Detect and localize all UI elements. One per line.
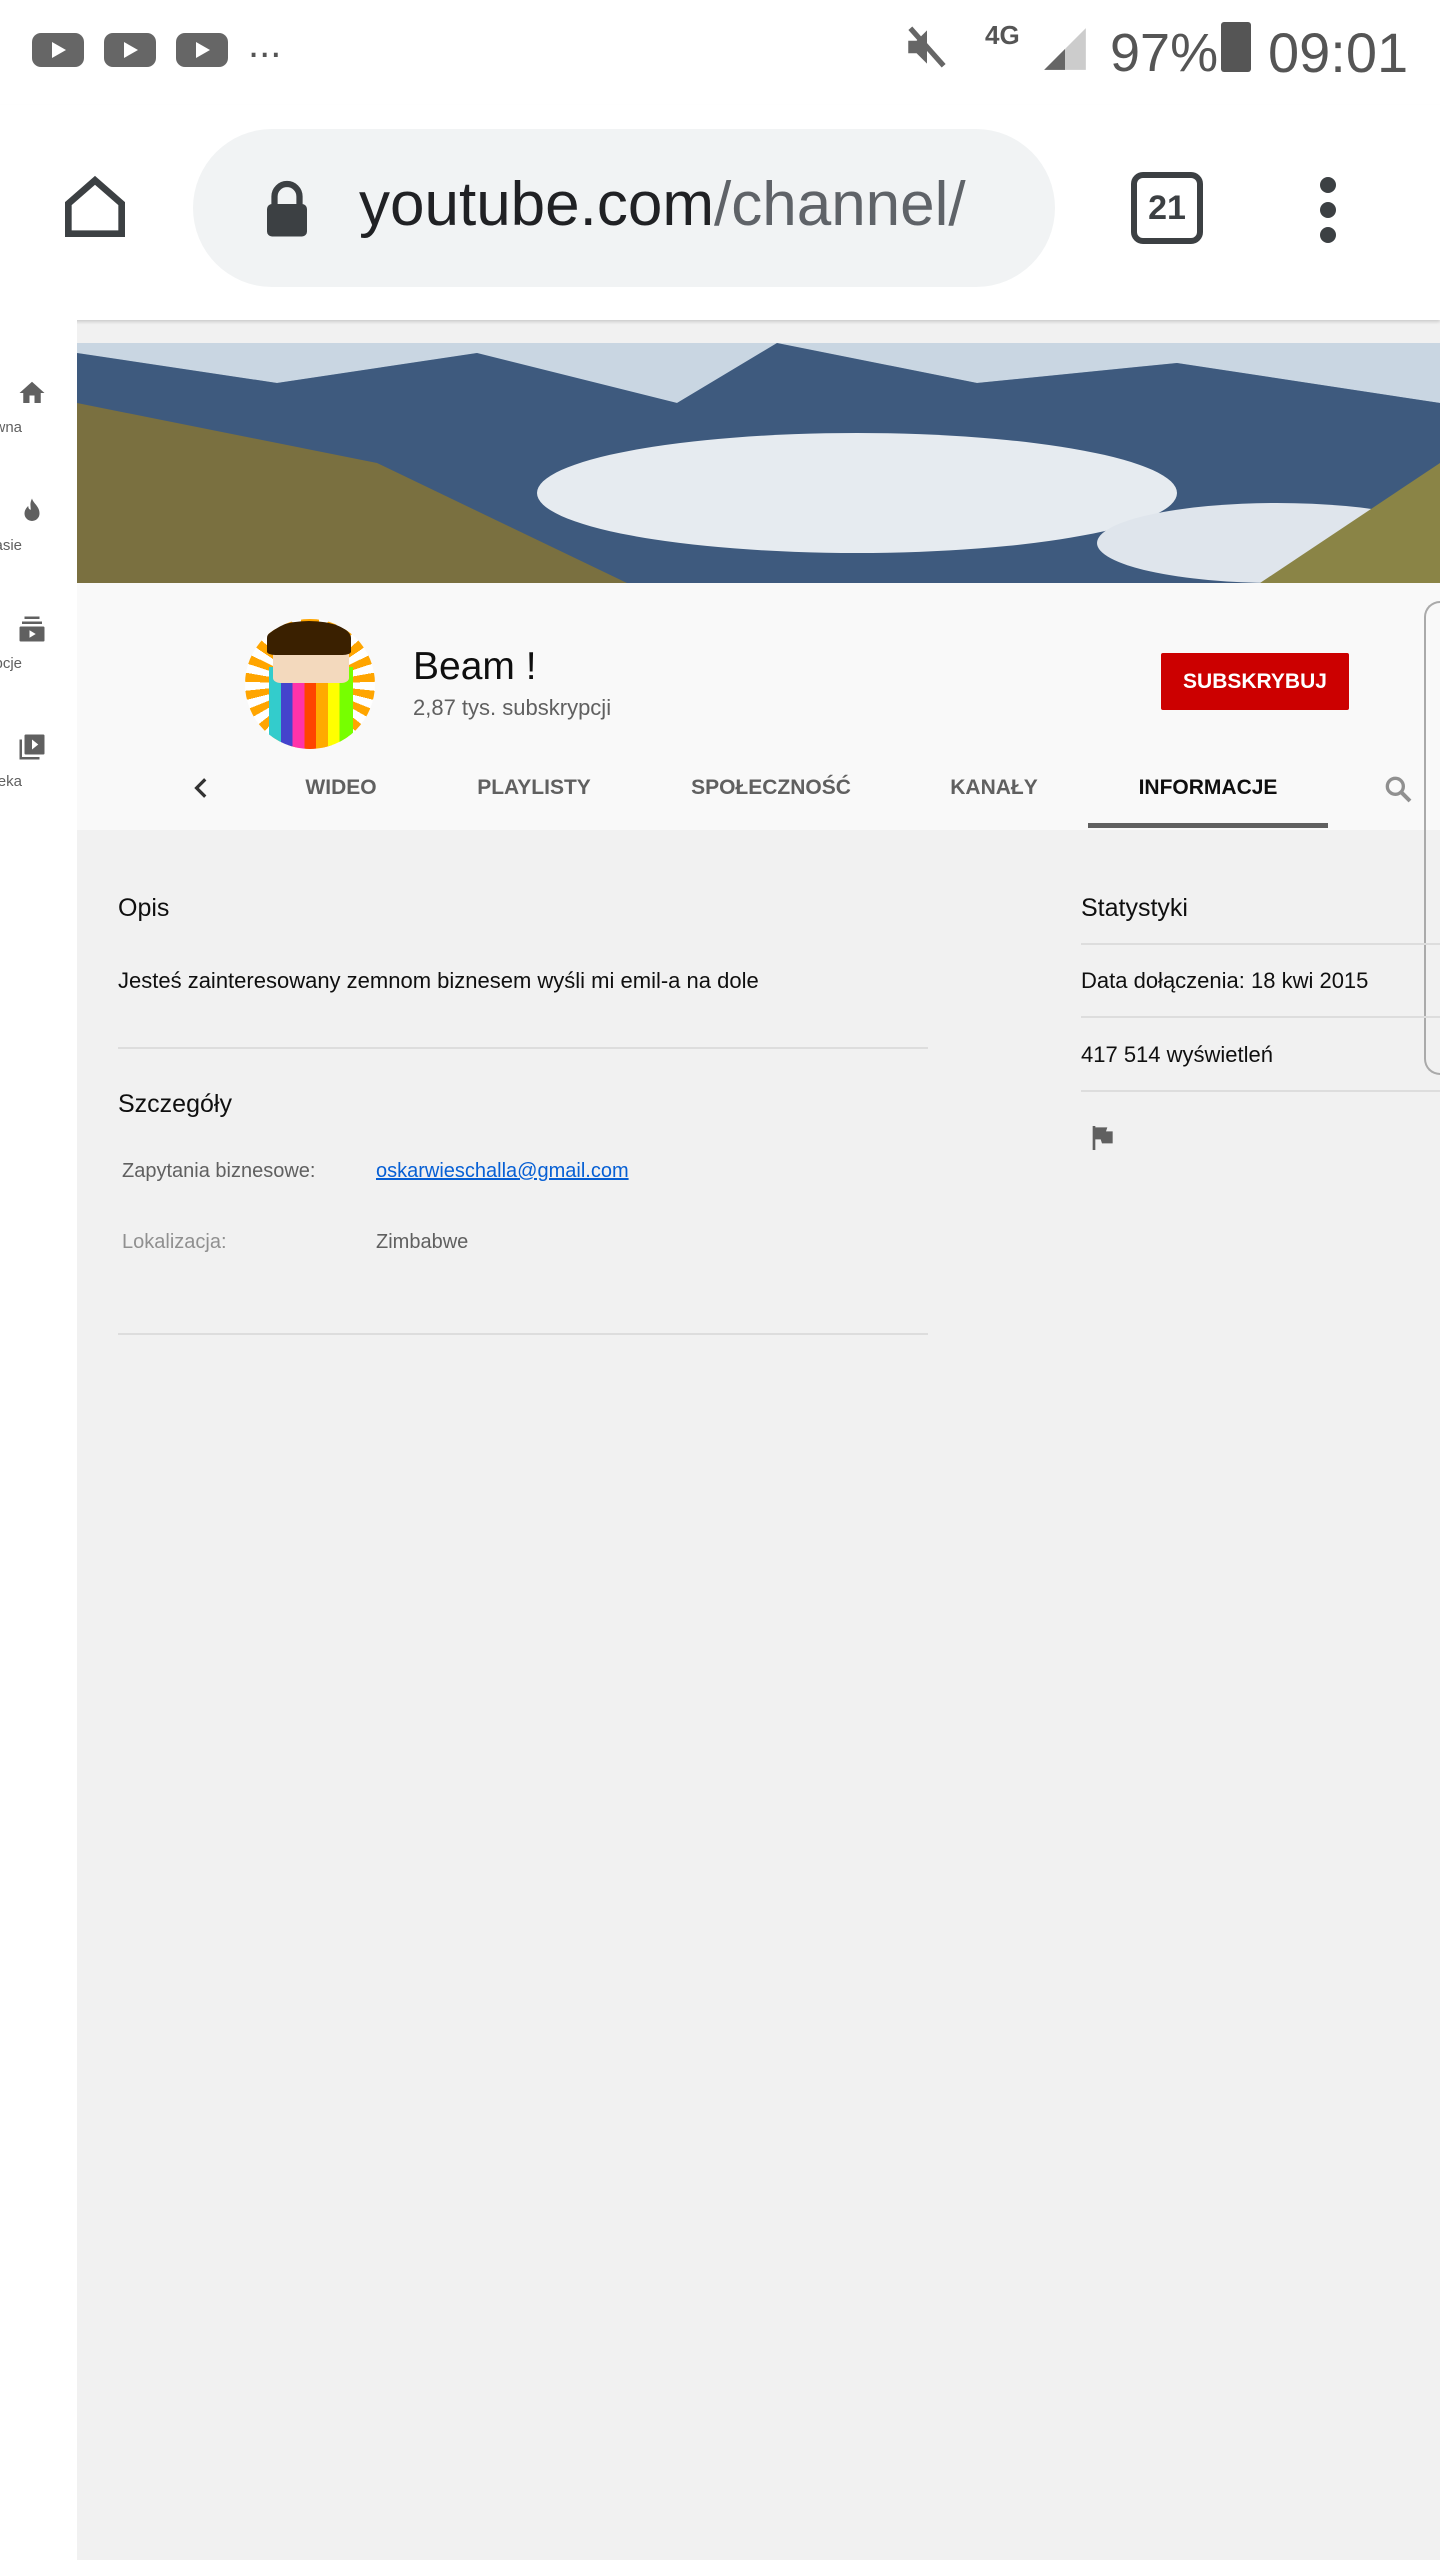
sidebar: Główna Na czasie Subskrypcje Biblioteka: [0, 320, 77, 2560]
search-icon[interactable]: [1382, 773, 1414, 805]
lock-icon: [267, 180, 307, 237]
url-text[interactable]: youtube.com/channel/: [359, 169, 966, 240]
joined-date: Data dołączenia: 18 kwi 2015: [1081, 968, 1369, 993]
home-icon: [19, 381, 44, 403]
chevron-left-icon[interactable]: [189, 775, 215, 801]
youtube-notification-icon: [104, 33, 156, 67]
view-count: 417 514 wyświetleń: [1081, 1042, 1274, 1067]
location-value: Zimbabwe: [376, 1231, 469, 1253]
channel-banner: [77, 343, 1440, 583]
description-title: Opis: [118, 894, 170, 922]
business-email-link[interactable]: oskarwieschalla@gmail.com: [376, 1160, 629, 1183]
clock: 09:01: [1268, 21, 1409, 84]
stats-title: Statystyki: [1081, 894, 1188, 922]
channel-description: Jesteś zainteresowany zemnom biznesem wy…: [118, 968, 759, 993]
flame-icon: [24, 498, 39, 521]
divider: [118, 1333, 928, 1335]
status-bar: ... 4G 97% 09:01: [0, 0, 1440, 105]
edge-panel-handle[interactable]: [1424, 601, 1440, 1075]
active-tab-indicator: [1088, 823, 1328, 828]
network-type: 4G: [985, 20, 1020, 50]
divider: [1081, 943, 1440, 945]
tab-switcher-button[interactable]: 21: [1131, 172, 1203, 244]
tab-playlists[interactable]: PLAYLISTY: [477, 776, 591, 800]
address-bar[interactable]: youtube.com/channel/: [193, 129, 1055, 287]
channel-header: Beam ! 2,87 tys. subskrypcji SUBSKRYBUJ …: [77, 583, 1440, 830]
battery-percent: 97%: [1110, 23, 1219, 83]
youtube-notification-icon: [176, 33, 228, 67]
browser-toolbar: youtube.com/channel/ 21: [0, 105, 1440, 320]
more-notifications: ...: [248, 22, 282, 66]
tab-videos[interactable]: WIDEO: [305, 776, 376, 800]
channel-avatar[interactable]: [245, 619, 375, 749]
library-icon: [19, 734, 44, 760]
tab-community[interactable]: SPOŁECZNOŚĆ: [691, 776, 851, 800]
divider: [118, 1047, 928, 1049]
mute-icon: [908, 26, 946, 68]
details-title: Szczegóły: [118, 1090, 232, 1118]
location-label: Lokalizacja:: [122, 1231, 227, 1253]
divider: [1081, 1090, 1440, 1092]
subscriptions-icon: [19, 616, 44, 642]
channel-name: Beam !: [413, 645, 537, 688]
report-flag-icon[interactable]: [1086, 1122, 1118, 1154]
signal-icon: [1044, 28, 1086, 70]
home-button-icon[interactable]: [55, 167, 135, 247]
tab-about[interactable]: INFORMACJE: [1139, 776, 1278, 800]
sidebar-item-library[interactable]: Biblioteka: [0, 732, 60, 790]
menu-button[interactable]: [1310, 175, 1346, 245]
sidebar-item-subscriptions[interactable]: Subskrypcje: [0, 614, 60, 672]
subscribe-button[interactable]: SUBSKRYBUJ: [1161, 653, 1349, 710]
sidebar-item-home[interactable]: Główna: [0, 378, 60, 436]
tab-channels[interactable]: KANAŁY: [950, 776, 1038, 800]
subscriber-count: 2,87 tys. subskrypcji: [413, 695, 612, 720]
divider: [1081, 1016, 1440, 1018]
battery-icon: [1221, 22, 1251, 72]
youtube-notification-icon: [32, 33, 84, 67]
business-inquiries-label: Zapytania biznesowe:: [122, 1160, 316, 1182]
sidebar-item-trending[interactable]: Na czasie: [0, 496, 60, 554]
